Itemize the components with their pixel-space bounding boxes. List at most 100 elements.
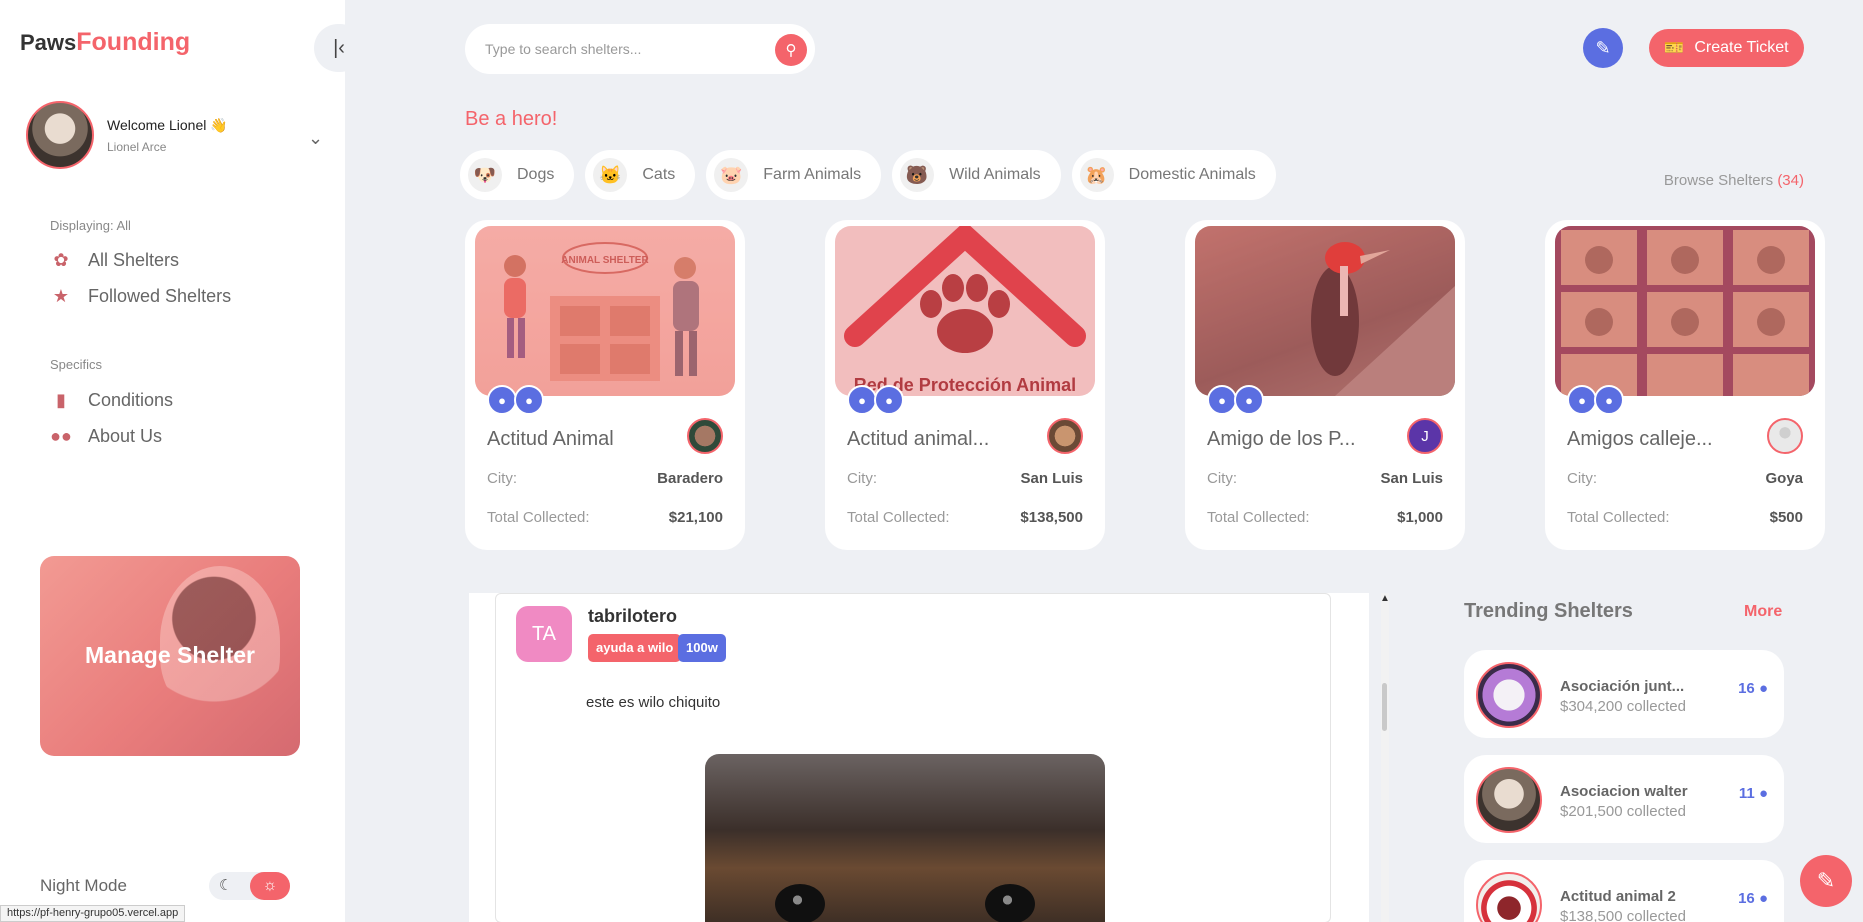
post-text: este es wilo chiquito: [586, 694, 721, 711]
posts-feed[interactable]: TA tabrilotero ayuda a wilo 100w este es…: [469, 593, 1369, 922]
trending-more-link[interactable]: More: [1744, 603, 1782, 621]
category-chip-domestic-animals[interactable]: 🐹 Domestic Animals: [1071, 150, 1276, 200]
owner-avatar: J: [1407, 418, 1443, 454]
brand-logo[interactable]: PawsFounding: [20, 28, 190, 57]
dog-tag-icon: ●: [1567, 385, 1597, 415]
shelter-image: Red de Protección Animal: [835, 226, 1095, 396]
search-button[interactable]: ⚲: [775, 34, 807, 66]
category-label: Cats: [642, 166, 676, 183]
browse-shelters-link[interactable]: Browse Shelters (34): [1664, 172, 1804, 189]
trending-followers: 16 ●: [1738, 680, 1768, 697]
follower-count: 11: [1738, 785, 1755, 802]
owner-avatar: [1767, 418, 1803, 454]
shelter-name: Actitud animal...: [847, 428, 990, 450]
owner-avatar: [687, 418, 723, 454]
shelter-card[interactable]: ANIMAL SHELTER ● ● Actitud Animal City: Ba…: [465, 220, 745, 550]
sidebar-item-followed-shelters[interactable]: ★ Followed Shelters: [50, 286, 231, 307]
sidebar-item-label: About Us: [88, 426, 163, 446]
post-amount-badge: 100w: [678, 634, 726, 662]
users-icon: ●●: [50, 426, 72, 446]
displaying-label: Displaying: All: [50, 218, 131, 233]
bug-tag-icon: ●: [1234, 385, 1264, 415]
shelter-card[interactable]: ● ● Amigos calleje... City: Goya Total Col…: [1545, 220, 1825, 550]
feed-scrollbar[interactable]: ▲: [1380, 593, 1390, 922]
scroll-thumb[interactable]: [1382, 683, 1387, 731]
night-mode-label: Night Mode: [40, 876, 127, 895]
brand-part1: Paws: [20, 30, 77, 55]
city-value: Baradero: [657, 470, 723, 487]
hamster-icon: 🐹: [1079, 158, 1114, 192]
post-username[interactable]: tabrilotero: [588, 606, 677, 627]
total-value: $138,500: [1020, 509, 1083, 526]
city-value: San Luis: [1380, 470, 1443, 487]
city-value: Goya: [1765, 470, 1803, 487]
manage-shelter-label: Manage Shelter: [85, 642, 255, 668]
shelter-image: [1555, 226, 1815, 396]
scroll-up-icon[interactable]: ▲: [1380, 593, 1390, 604]
image-overlay: [475, 226, 735, 396]
sidebar-item-about-us[interactable]: ●● About Us: [50, 426, 162, 447]
category-label: Farm Animals: [763, 166, 862, 183]
search-icon: ⚲: [785, 42, 797, 59]
category-label: Domestic Animals: [1128, 166, 1256, 183]
sidebar-item-conditions[interactable]: ▮ Conditions: [50, 390, 173, 411]
trending-title: Trending Shelters: [1464, 600, 1633, 622]
image-overlay: [835, 226, 1095, 396]
collapse-icon: |‹: [333, 36, 345, 59]
cat-icon: 🐱: [593, 158, 628, 192]
edit-button[interactable]: ✎: [1583, 28, 1623, 68]
category-filters: 🐶 Dogs 🐱 Cats 🐷 Farm Animals 🐻 Wild Animals …: [460, 150, 1287, 200]
trending-item[interactable]: Asociación junt... $304,200 collected 16…: [1464, 650, 1784, 738]
post-campaign-badge[interactable]: ayuda a wilo: [588, 634, 682, 662]
sun-icon[interactable]: ☼: [250, 872, 290, 900]
shelter-card[interactable]: Red de Protección Animal ● ● Actitud anim…: [825, 220, 1105, 550]
trending-item[interactable]: Asociacion walter $201,500 collected 11 …: [1464, 755, 1784, 843]
owner-avatar: [1047, 418, 1083, 454]
trending-name: Actitud animal 2: [1560, 888, 1676, 905]
specifics-label: Specifics: [50, 357, 103, 372]
night-mode-toggle[interactable]: ☾ ☼: [209, 872, 290, 900]
trending-avatar: [1476, 767, 1542, 833]
collapse-sidebar-button[interactable]: |‹: [314, 24, 364, 72]
moon-icon[interactable]: ☾: [219, 876, 232, 894]
total-label: Total Collected:: [1207, 509, 1310, 526]
pig-icon: 🐷: [714, 158, 749, 192]
dog-tag-icon: ●: [847, 385, 877, 415]
elephant-tag-icon: ●: [1594, 385, 1624, 415]
chevron-down-icon[interactable]: ⌄: [308, 128, 323, 149]
category-chip-dogs[interactable]: 🐶 Dogs: [460, 150, 575, 200]
shelter-card[interactable]: ● ● Amigo de los P... J City: San Luis Tot…: [1185, 220, 1465, 550]
sidebar-item-label: Conditions: [88, 390, 174, 410]
elephant-tag-icon: ●: [1207, 385, 1237, 415]
post-avatar[interactable]: TA: [516, 606, 572, 662]
total-label: Total Collected:: [847, 509, 950, 526]
cat-tag-icon: ●: [874, 385, 904, 415]
create-ticket-label: Create Ticket: [1694, 39, 1789, 56]
search-input[interactable]: [485, 41, 755, 57]
manage-shelter-button[interactable]: Manage Shelter: [40, 556, 300, 756]
category-chip-cats[interactable]: 🐱 Cats: [585, 150, 696, 200]
post-card: TA tabrilotero ayuda a wilo 100w este es…: [495, 593, 1331, 922]
user-icon: ●: [1758, 785, 1768, 802]
cat-tag-icon: ●: [514, 385, 544, 415]
chat-button[interactable]: ✎: [1800, 855, 1852, 907]
trending-item[interactable]: Actitud animal 2 $138,500 collected 16 ●: [1464, 860, 1784, 922]
user-profile[interactable]: Welcome Lionel 👋 Lionel Arce: [26, 101, 228, 169]
brand-part2: Founding: [76, 28, 191, 56]
star-icon: ★: [52, 286, 70, 306]
shelter-name: Amigo de los P...: [1207, 428, 1356, 450]
follower-count: 16: [1738, 890, 1755, 907]
trending-avatar: [1476, 662, 1542, 728]
category-chip-farm-animals[interactable]: 🐷 Farm Animals: [706, 150, 882, 200]
category-chip-wild-animals[interactable]: 🐻 Wild Animals: [892, 150, 1061, 200]
city-label: City:: [1207, 470, 1237, 487]
owner-initial: J: [1421, 427, 1429, 445]
user-name: Lionel Arce: [107, 139, 167, 154]
dog-eye: [775, 884, 825, 922]
book-icon: ▮: [56, 390, 66, 410]
sidebar-item-all-shelters[interactable]: ✿ All Shelters: [50, 250, 179, 271]
pencil-icon: ✎: [1595, 37, 1611, 58]
post-image: [705, 754, 1105, 922]
create-ticket-button[interactable]: 🎫 Create Ticket: [1649, 29, 1804, 67]
total-value: $500: [1769, 509, 1803, 526]
